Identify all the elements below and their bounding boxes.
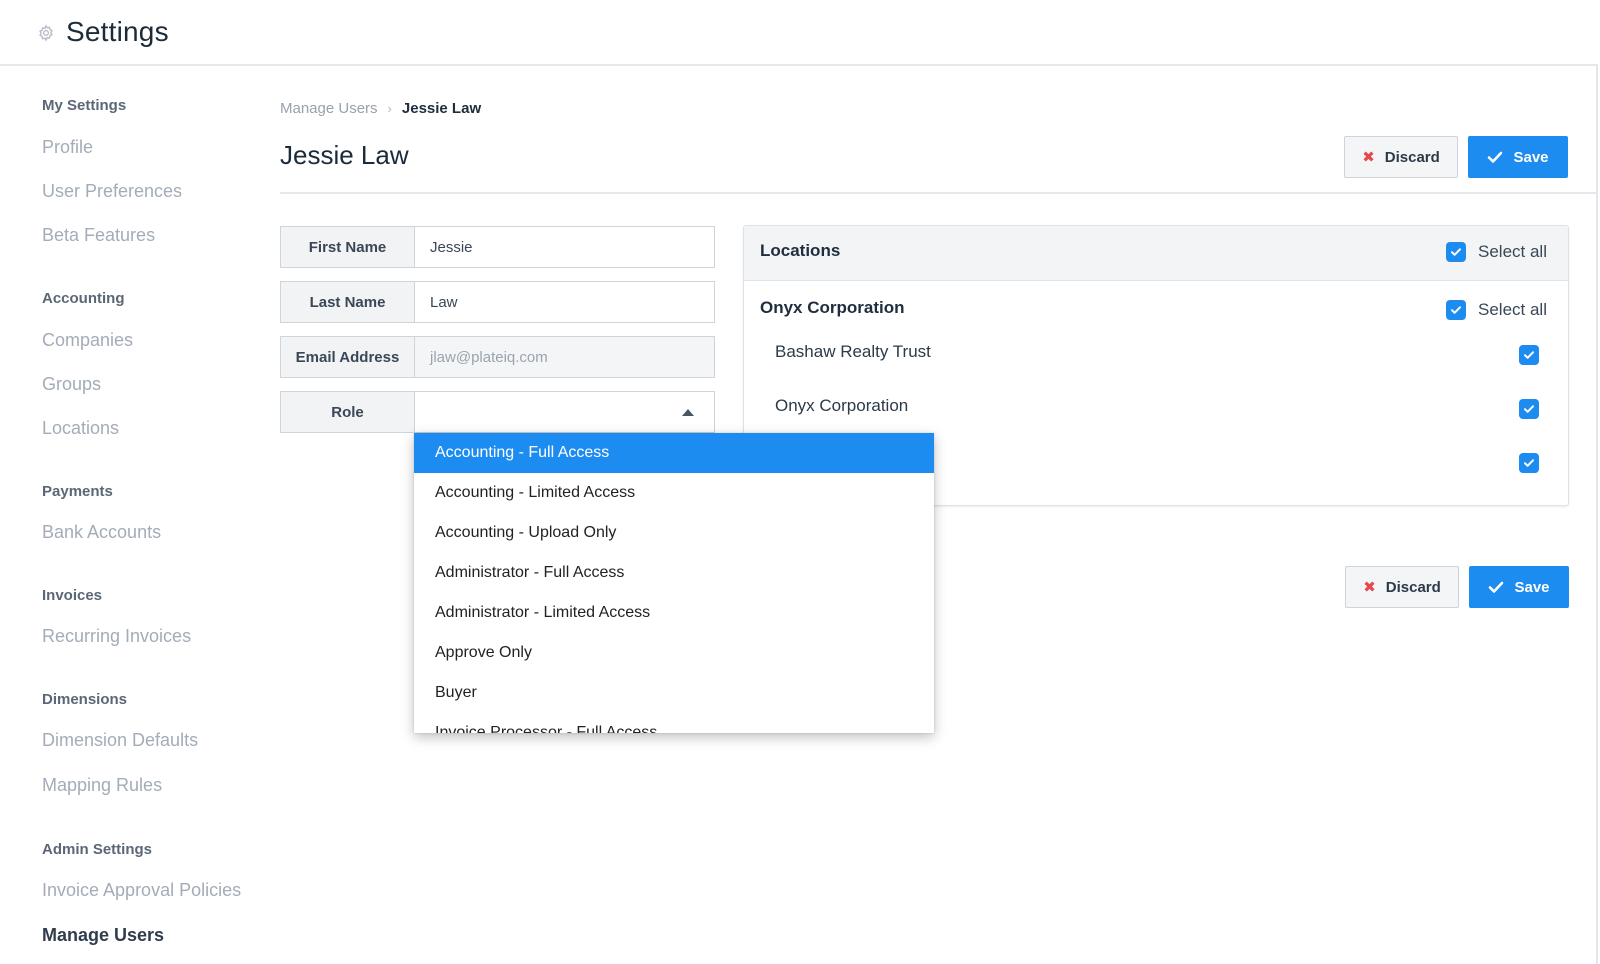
last-name-field[interactable]: Law [414, 281, 715, 323]
sidebar-item-invoice-approval-policies[interactable]: Invoice Approval Policies [42, 880, 241, 901]
close-icon: ✖ [1363, 579, 1376, 596]
first-name-row: First Name Jessie [280, 226, 715, 268]
role-option[interactable]: Invoice Processor - Full Access [414, 713, 934, 733]
role-option[interactable]: Accounting - Full Access [414, 433, 934, 473]
role-dropdown-menu: Accounting - Full Access Accounting - Li… [414, 433, 934, 733]
locations-select-all-label: Select all [1478, 242, 1547, 261]
sidebar-section-my-settings: My Settings [42, 97, 127, 114]
save-button-label: Save [1513, 148, 1549, 166]
header-divider [280, 192, 1598, 194]
role-option[interactable]: Administrator - Limited Access [414, 593, 934, 633]
sidebar-section-invoices: Invoices [42, 587, 103, 604]
location-group-title: Onyx Corporation [760, 298, 905, 317]
locations-header: Locations Select all [744, 226, 1568, 281]
breadcrumb-manage-users[interactable]: Manage Users [280, 100, 378, 117]
sidebar-item-groups[interactable]: Groups [42, 374, 101, 395]
checkbox-checked-icon [1446, 300, 1466, 320]
gear-icon [37, 24, 55, 42]
close-icon: ✖ [1362, 149, 1375, 166]
breadcrumb: Manage Users › Jessie Law [280, 100, 481, 117]
breadcrumb-current: Jessie Law [401, 100, 482, 117]
sidebar-item-mapping-rules[interactable]: Mapping Rules [42, 775, 162, 796]
email-label: Email Address [280, 336, 415, 378]
sidebar-section-payments: Payments [42, 483, 113, 500]
locations-title: Locations [760, 241, 841, 260]
discard-button-bottom[interactable]: ✖ Discard [1345, 566, 1459, 608]
app-header: Settings [0, 0, 1598, 66]
sidebar-item-beta-features[interactable]: Beta Features [42, 225, 155, 246]
save-button-top[interactable]: Save [1468, 136, 1568, 178]
first-name-label: First Name [280, 226, 415, 268]
sidebar-item-bank-accounts[interactable]: Bank Accounts [42, 522, 161, 543]
group-select-all-label: Select all [1478, 300, 1547, 319]
location-item-checkbox[interactable] [1519, 399, 1539, 419]
page-header-title: Settings [66, 16, 169, 47]
sidebar-item-user-preferences[interactable]: User Preferences [42, 181, 182, 202]
location-item-checkbox[interactable] [1519, 453, 1539, 473]
last-name-label: Last Name [280, 281, 415, 323]
locations-select-all[interactable]: Select all [1446, 242, 1547, 262]
sidebar-section-accounting: Accounting [42, 290, 125, 307]
role-option[interactable]: Approve Only [414, 633, 934, 673]
sidebar-item-locations[interactable]: Locations [42, 418, 119, 439]
sidebar-section-dimensions: Dimensions [42, 691, 128, 708]
save-button-label: Save [1514, 578, 1550, 596]
sidebar-item-dimension-defaults[interactable]: Dimension Defaults [42, 730, 198, 751]
email-row: Email Address jlaw@plateiq.com [280, 336, 715, 378]
role-option[interactable]: Accounting - Limited Access [414, 473, 934, 513]
location-item-label: Onyx Corporation [775, 396, 909, 415]
sidebar-item-companies[interactable]: Companies [42, 330, 133, 351]
check-icon [1487, 149, 1503, 165]
save-button-bottom[interactable]: Save [1469, 566, 1569, 608]
check-icon [1488, 579, 1504, 595]
sidebar-item-profile[interactable]: Profile [42, 137, 93, 158]
role-option[interactable]: Accounting - Upload Only [414, 513, 934, 553]
chevron-up-icon [682, 408, 694, 416]
email-field: jlaw@plateiq.com [414, 336, 715, 378]
role-select[interactable] [414, 391, 715, 433]
discard-button-label: Discard [1384, 148, 1440, 166]
role-option[interactable]: Administrator - Full Access [414, 553, 934, 593]
sidebar-section-admin-settings: Admin Settings [42, 841, 153, 858]
breadcrumb-separator: › [387, 101, 392, 116]
role-option[interactable]: Buyer [414, 673, 934, 713]
discard-button-label: Discard [1385, 578, 1441, 596]
checkbox-checked-icon [1446, 242, 1466, 262]
last-name-row: Last Name Law [280, 281, 715, 323]
first-name-field[interactable]: Jessie [414, 226, 715, 268]
discard-button-top[interactable]: ✖ Discard [1344, 136, 1458, 178]
sidebar-item-manage-users[interactable]: Manage Users [42, 925, 164, 946]
role-row: Role [280, 391, 715, 433]
location-item-label: Bashaw Realty Trust [775, 342, 931, 361]
location-item-checkbox[interactable] [1519, 345, 1539, 365]
settings-sidebar: My Settings Profile User Preferences Bet… [0, 66, 270, 964]
role-label: Role [280, 391, 415, 433]
group-select-all[interactable]: Select all [1446, 300, 1547, 320]
page-title: Jessie Law [280, 140, 409, 170]
sidebar-item-recurring-invoices[interactable]: Recurring Invoices [42, 626, 191, 647]
